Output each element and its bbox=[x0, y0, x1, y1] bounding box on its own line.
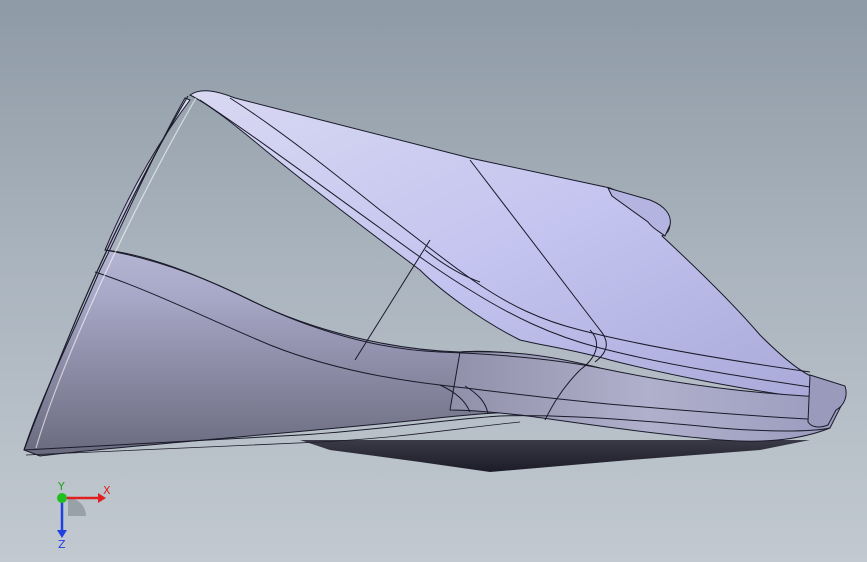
triad-x-label: X bbox=[103, 484, 111, 497]
cad-model-view[interactable] bbox=[0, 0, 867, 562]
triad-y-axis-origin bbox=[57, 493, 67, 503]
triad-shadow-arc bbox=[68, 498, 86, 516]
triad-z-arrow bbox=[57, 530, 67, 538]
graphics-viewport[interactable]: X Y Z bbox=[0, 0, 867, 562]
triad-z-label: Z bbox=[58, 538, 66, 550]
model-underside bbox=[300, 440, 810, 472]
coordinate-triad: X Y Z bbox=[57, 480, 111, 550]
model-right-cap[interactable] bbox=[807, 374, 847, 428]
triad-y-label: Y bbox=[57, 480, 65, 493]
